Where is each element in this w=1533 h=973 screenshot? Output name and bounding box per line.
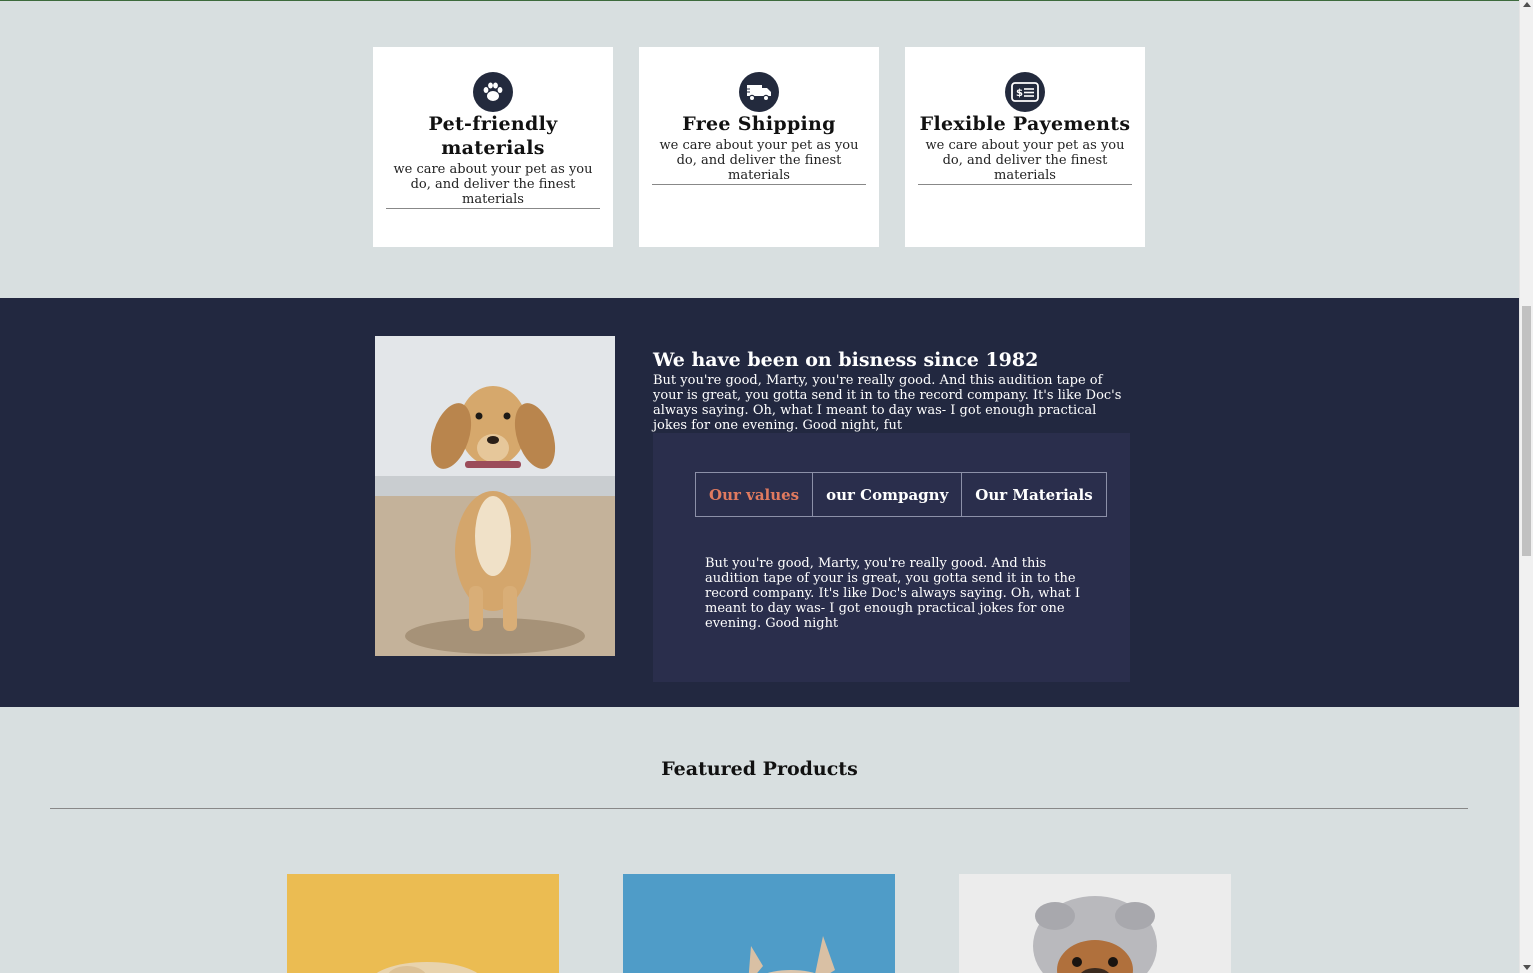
featured-products-title: Featured Products: [661, 758, 858, 780]
feature-card-flexible-payments: $ Flexible Payements we care about your …: [905, 47, 1145, 247]
section-divider: [50, 808, 1468, 809]
feature-description: we care about your pet as you do, and de…: [918, 138, 1132, 185]
feature-title: Pet-friendly materials: [428, 113, 558, 159]
feature-card-pet-friendly: Pet-friendly materials we care about you…: [373, 47, 613, 247]
svg-text:$: $: [1016, 88, 1023, 99]
tab-content: But you're good, Marty, you're really go…: [705, 556, 1080, 631]
paw-icon: [473, 72, 513, 112]
product-image-2[interactable]: [623, 874, 895, 973]
tab-our-materials[interactable]: Our Materials: [962, 473, 1105, 516]
scroll-up-icon[interactable]: [1523, 2, 1531, 7]
scrollbar-thumb[interactable]: [1522, 306, 1531, 556]
feature-card-free-shipping: Free Shipping we care about your pet as …: [639, 47, 879, 247]
dog-photo: [375, 336, 615, 656]
feature-title: Free Shipping: [682, 113, 836, 135]
tab-our-values[interactable]: Our values: [696, 473, 814, 516]
about-text: But you're good, Marty, you're really go…: [653, 373, 1122, 433]
product-image-1[interactable]: [287, 874, 559, 973]
top-border: [0, 0, 1519, 1]
scroll-down-icon[interactable]: [1523, 965, 1531, 970]
tab-our-company[interactable]: our Compagny: [813, 473, 963, 516]
feature-description: we care about your pet as you do, and de…: [652, 138, 866, 185]
about-title: We have been on bisness since 1982: [653, 349, 1039, 371]
tab-bar: Our values our Compagny Our Materials: [695, 472, 1107, 517]
feature-description: we care about your pet as you do, and de…: [386, 162, 600, 209]
product-image-3[interactable]: [959, 874, 1231, 973]
feature-title: Flexible Payements: [919, 113, 1131, 135]
tabs-panel: Our values our Compagny Our Materials Bu…: [653, 433, 1130, 682]
payment-card-icon: $: [1005, 72, 1045, 112]
truck-icon: [739, 72, 779, 112]
vertical-scrollbar[interactable]: [1519, 0, 1533, 973]
